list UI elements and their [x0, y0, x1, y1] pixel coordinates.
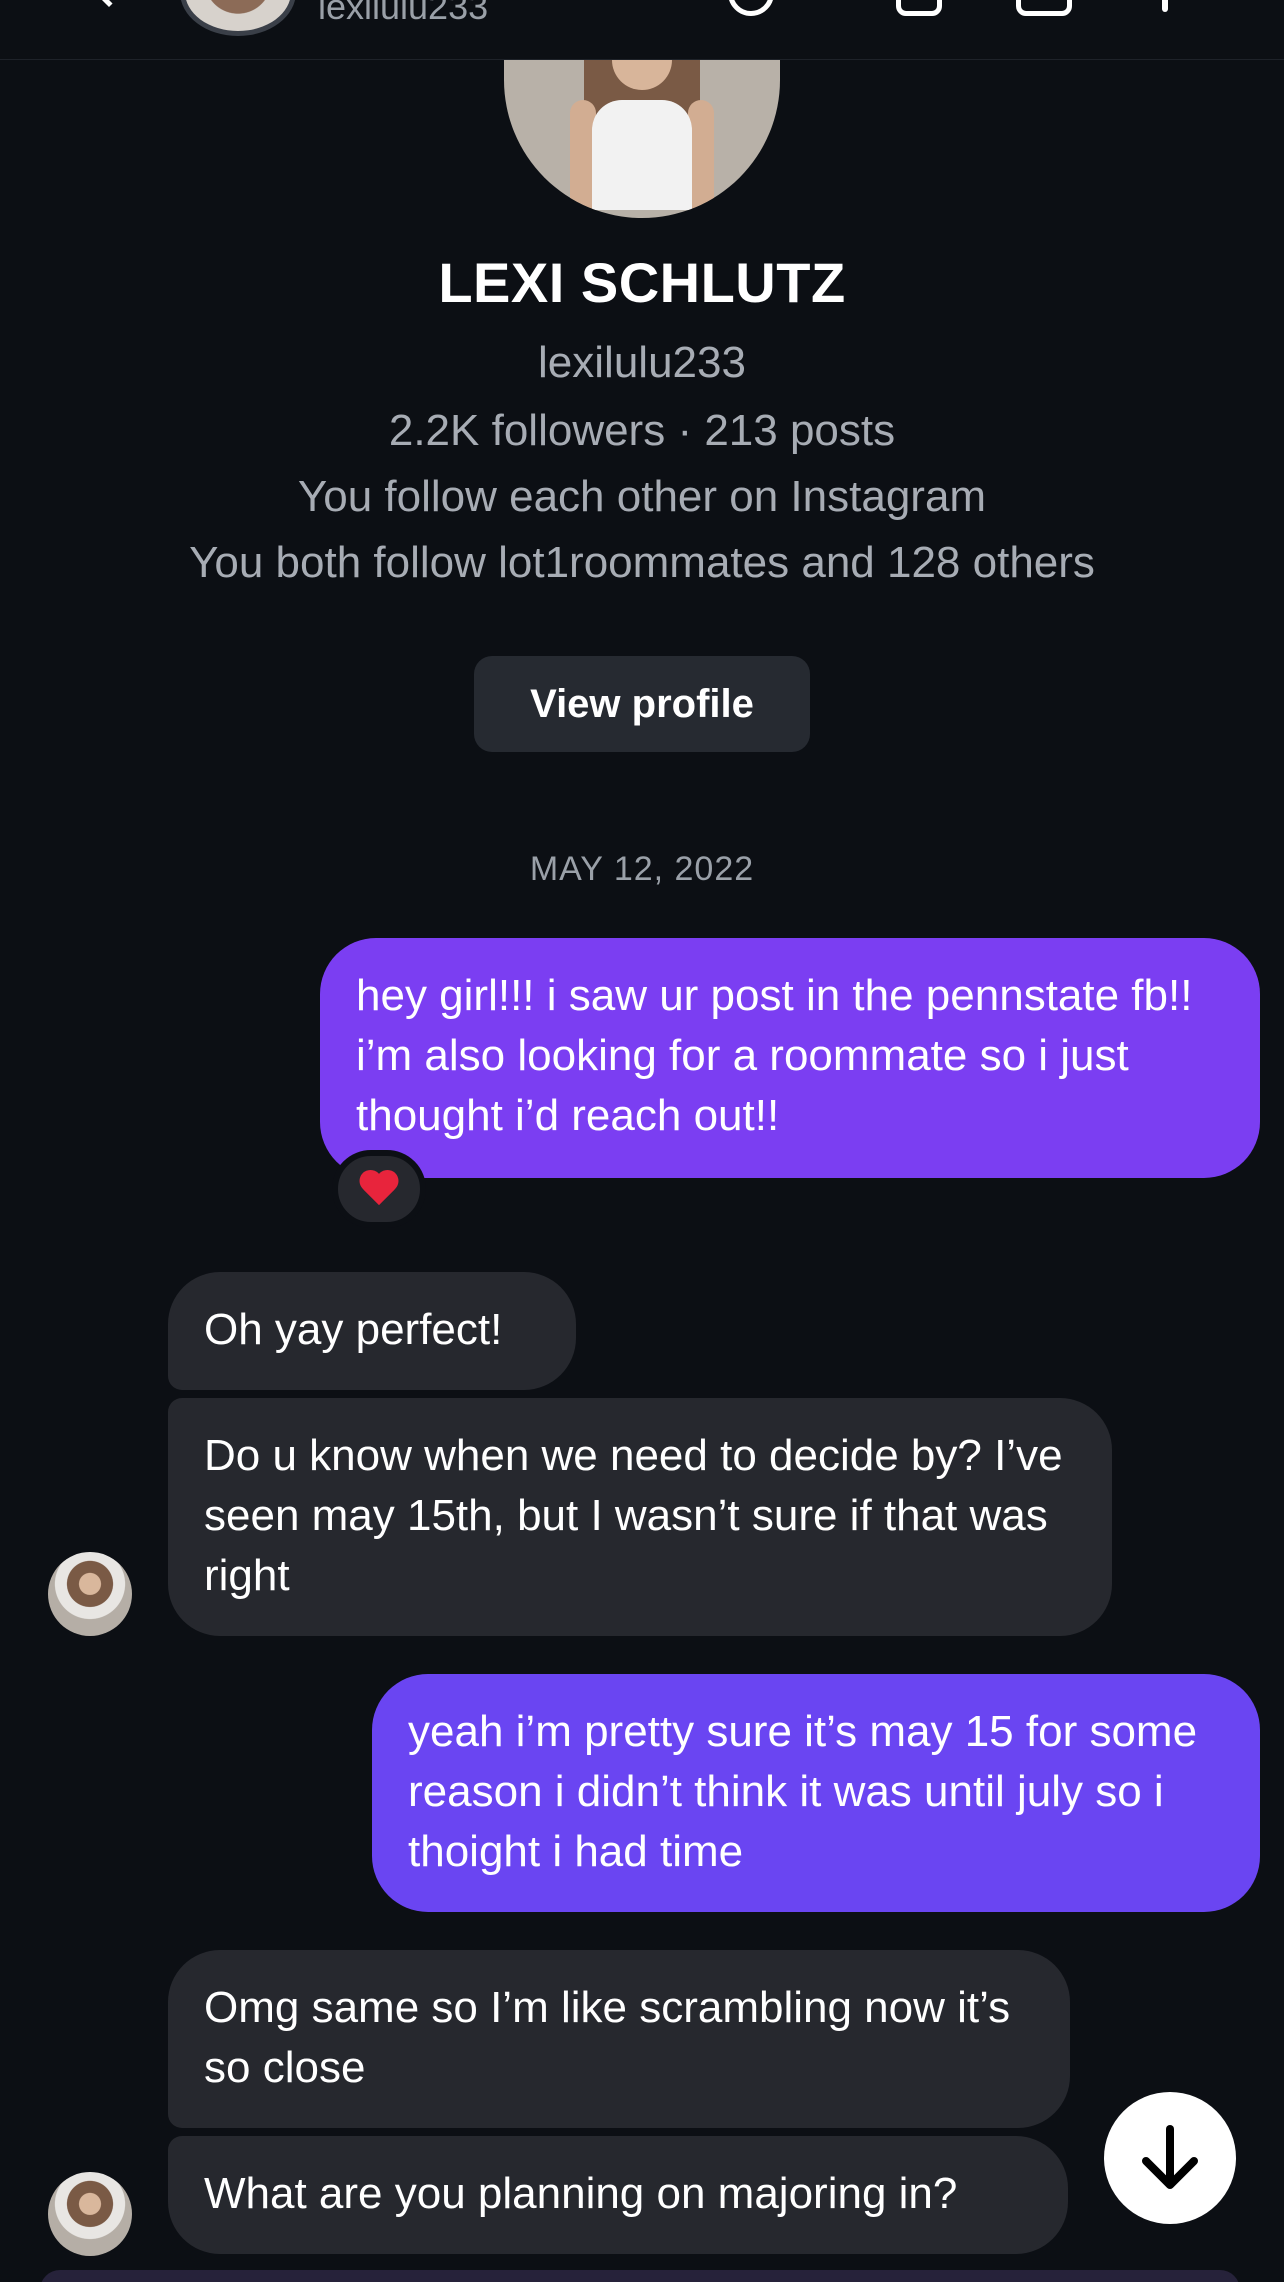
- sender-avatar[interactable]: [48, 2172, 132, 2256]
- date-separator: MAY 12, 2022: [529, 850, 755, 888]
- header-avatar[interactable]: [180, 0, 296, 36]
- header-username[interactable]: lexilulu233: [318, 0, 488, 28]
- profile-username: lexilulu233: [538, 338, 746, 387]
- message-outgoing[interactable]: hey girl!!! i saw ur post in the pennsta…: [320, 938, 1260, 1178]
- dm-thread-screen: lexilulu233 LEXI SCHLUTZ lexilulu233 2.2…: [0, 0, 1284, 2282]
- arrow-down-icon: [1142, 2125, 1198, 2189]
- phone-icon[interactable]: [728, 0, 774, 16]
- message-outgoing[interactable]: yeah i’m pretty sure it’s may 15 for som…: [372, 1674, 1260, 1912]
- mutual-followers: You both follow lot1roommates and 128 ot…: [189, 538, 1095, 587]
- message-incoming[interactable]: What are you planning on majoring in?: [168, 2136, 1068, 2254]
- more-icon[interactable]: [1162, 0, 1168, 12]
- reaction-badge[interactable]: [332, 1150, 426, 1228]
- follow-status: You follow each other on Instagram: [297, 472, 987, 521]
- profile-name: LEXI SCHLUTZ: [438, 251, 846, 314]
- sender-avatar[interactable]: [48, 1552, 132, 1636]
- scroll-to-bottom-button[interactable]: [1104, 2092, 1236, 2224]
- heart-icon: [359, 1171, 399, 1207]
- video-call-icon[interactable]: [896, 0, 942, 16]
- message-composer[interactable]: [40, 2270, 1240, 2282]
- message-incoming[interactable]: Omg same so I’m like scrambling now it’s…: [168, 1950, 1070, 2128]
- view-profile-button[interactable]: View profile: [474, 656, 810, 752]
- profile-stats: 2.2K followers · 213 posts: [388, 406, 896, 455]
- top-bar: lexilulu233: [0, 0, 1284, 60]
- back-icon[interactable]: [84, 0, 134, 8]
- message-incoming[interactable]: Do u know when we need to decide by? I’v…: [168, 1398, 1112, 1636]
- message-incoming[interactable]: Oh yay perfect!: [168, 1272, 576, 1390]
- camera-icon[interactable]: [1016, 0, 1072, 16]
